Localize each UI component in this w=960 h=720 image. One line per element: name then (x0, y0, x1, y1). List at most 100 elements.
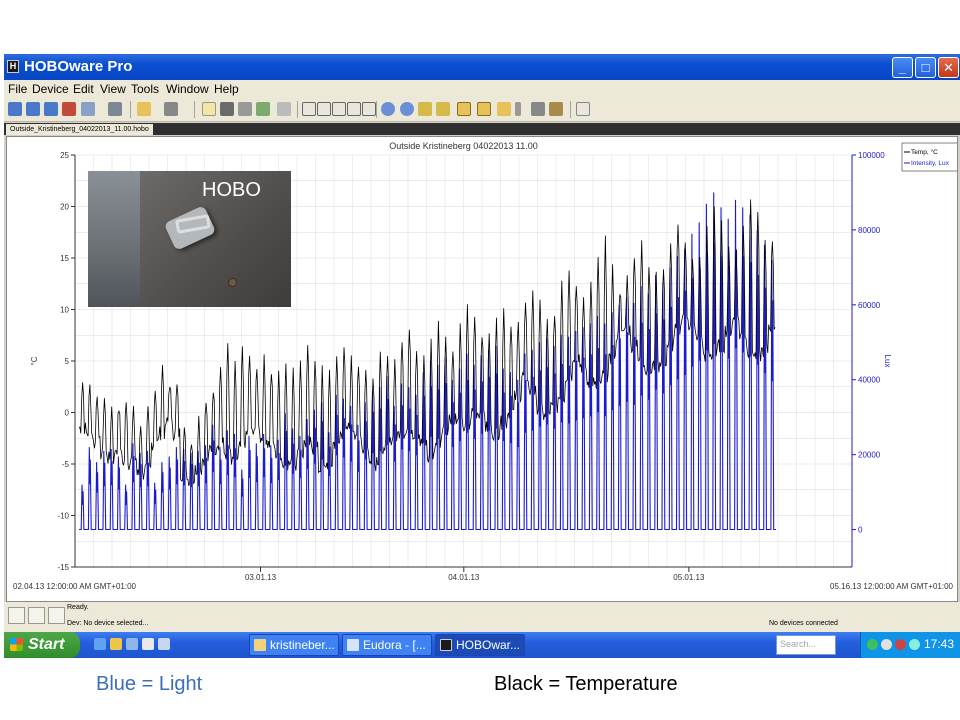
photo-background (88, 171, 143, 307)
table-icon[interactable] (436, 102, 450, 116)
toolbar-separator (376, 101, 377, 118)
desktop-icon[interactable] (142, 638, 154, 650)
toolbar-separator (570, 101, 571, 118)
x-axis-start-label: 02.04.13 12:00:00 AM GMT+01:00 (13, 582, 137, 591)
window-title: HOBOware Pro (24, 58, 133, 75)
menu-file[interactable]: File (8, 82, 27, 96)
left-axis-tick-label: 5 (65, 357, 70, 366)
menu-tools[interactable]: Tools (131, 82, 159, 96)
details-view-button[interactable] (28, 607, 45, 624)
x-axis-tick-label: 03.01.13 (245, 573, 277, 582)
alarm-icon[interactable] (137, 102, 151, 116)
blue-legend-note: Blue = Light (96, 673, 203, 695)
hobo-logger-photo: HOBO (88, 171, 291, 307)
hand-icon[interactable] (332, 102, 346, 116)
volume-icon[interactable] (881, 639, 892, 650)
launch-icon[interactable] (8, 102, 22, 116)
zoom-box-icon[interactable] (347, 102, 361, 116)
toolbar (4, 98, 960, 122)
left-axis-tick-label: 15 (60, 254, 69, 263)
maximize-button[interactable]: □ (915, 57, 936, 78)
ie-icon[interactable] (94, 638, 106, 650)
right-axis-tick-label: 40000 (858, 376, 881, 385)
fit-icon[interactable] (418, 102, 432, 116)
document-tab[interactable]: Outside_Kristineberg_04022013_11.00.hobo (6, 124, 153, 135)
zoom-out-icon[interactable] (400, 102, 414, 116)
minimize-button[interactable]: _ (892, 57, 913, 78)
task-label: Eudora - [... (363, 638, 426, 652)
toolbar-separator (297, 101, 298, 118)
zoom-in-icon[interactable] (381, 102, 395, 116)
task-label: kristineber... (270, 638, 335, 652)
status-device: Dev: No device selected... (67, 620, 149, 627)
pointer-icon[interactable] (302, 102, 316, 116)
menu-bar: File Device Edit View Tools Window Help (4, 80, 960, 98)
menu-edit[interactable]: Edit (73, 82, 94, 96)
eudora-icon (347, 639, 359, 651)
toolbar-separator (130, 101, 131, 118)
quicklaunch-icon[interactable] (110, 638, 122, 650)
menu-view[interactable]: View (100, 82, 126, 96)
thermometer-icon[interactable] (515, 102, 521, 116)
menu-window[interactable]: Window (166, 82, 209, 96)
left-axis-tick-label: -5 (62, 460, 70, 469)
series-icon[interactable] (497, 102, 511, 116)
legend-label-temperature: Temp, °C (911, 148, 938, 156)
screw-image (228, 278, 237, 287)
graph-icon[interactable] (457, 102, 471, 116)
delete-icon[interactable] (238, 102, 252, 116)
link-icon[interactable] (549, 102, 563, 116)
status-ready: Ready. (67, 604, 89, 611)
status-connection: No devices connected (769, 620, 838, 627)
close-button[interactable]: ✕ (938, 57, 959, 78)
start-button[interactable]: Start (4, 632, 80, 658)
readout-icon[interactable] (26, 102, 40, 116)
document-tab-bar: Outside_Kristineberg_04022013_11.00.hobo (4, 123, 960, 135)
right-axis-tick-label: 20000 (858, 451, 881, 460)
left-axis-tick-label: -15 (57, 563, 69, 572)
folder-icon (254, 639, 266, 651)
plot-setup-icon[interactable] (477, 102, 491, 116)
save-icon[interactable] (220, 102, 234, 116)
clock: 17:43 (923, 637, 954, 651)
media-icon[interactable] (158, 638, 170, 650)
outlook-icon[interactable] (126, 638, 138, 650)
network-icon[interactable] (867, 639, 878, 650)
right-axis-label: Lux (883, 355, 892, 368)
sync-icon[interactable] (909, 639, 920, 650)
left-axis-tick-label: 10 (60, 306, 69, 315)
left-axis-tick-label: -10 (57, 512, 69, 521)
task-label: HOBOwar... (456, 638, 521, 652)
right-axis-tick-label: 60000 (858, 301, 881, 310)
task-kristineberg[interactable]: kristineber... (249, 634, 339, 656)
task-eudora[interactable]: Eudora - [... (342, 634, 432, 656)
title-bar[interactable]: H HOBOware Pro _ □ ✕ (4, 54, 960, 80)
right-axis-tick-label: 80000 (858, 226, 881, 235)
menu-help[interactable]: Help (214, 82, 239, 96)
help-icon[interactable] (576, 102, 590, 116)
crosshair-icon[interactable] (317, 102, 331, 116)
settings-icon[interactable] (108, 102, 122, 116)
print-icon[interactable] (277, 102, 291, 116)
graph-view-button[interactable] (8, 607, 25, 624)
app-icon: H (7, 60, 19, 73)
table-view-button[interactable] (48, 607, 65, 624)
color-icon[interactable] (164, 102, 178, 116)
task-hoboware[interactable]: HOBOwar... (435, 634, 525, 656)
right-axis-tick-label: 100000 (858, 151, 885, 160)
marker-icon[interactable] (362, 102, 376, 116)
export-icon[interactable] (256, 102, 270, 116)
filter-icon[interactable] (531, 102, 545, 116)
stop-icon[interactable] (62, 102, 76, 116)
x-axis-tick-label: 04.01.13 (448, 573, 480, 582)
desktop-search-input[interactable]: Search... (776, 635, 836, 655)
device-icon[interactable] (81, 102, 95, 116)
chart-title: Outside Kristineberg 04022013 11.00 (389, 141, 537, 151)
start-label: Start (28, 636, 65, 653)
status-icon[interactable] (44, 102, 58, 116)
toolbar-separator (194, 101, 195, 118)
x-axis-tick-label: 05.01.13 (673, 573, 705, 582)
security-icon[interactable] (895, 639, 906, 650)
open-icon[interactable] (202, 102, 216, 116)
menu-device[interactable]: Device (32, 82, 69, 96)
